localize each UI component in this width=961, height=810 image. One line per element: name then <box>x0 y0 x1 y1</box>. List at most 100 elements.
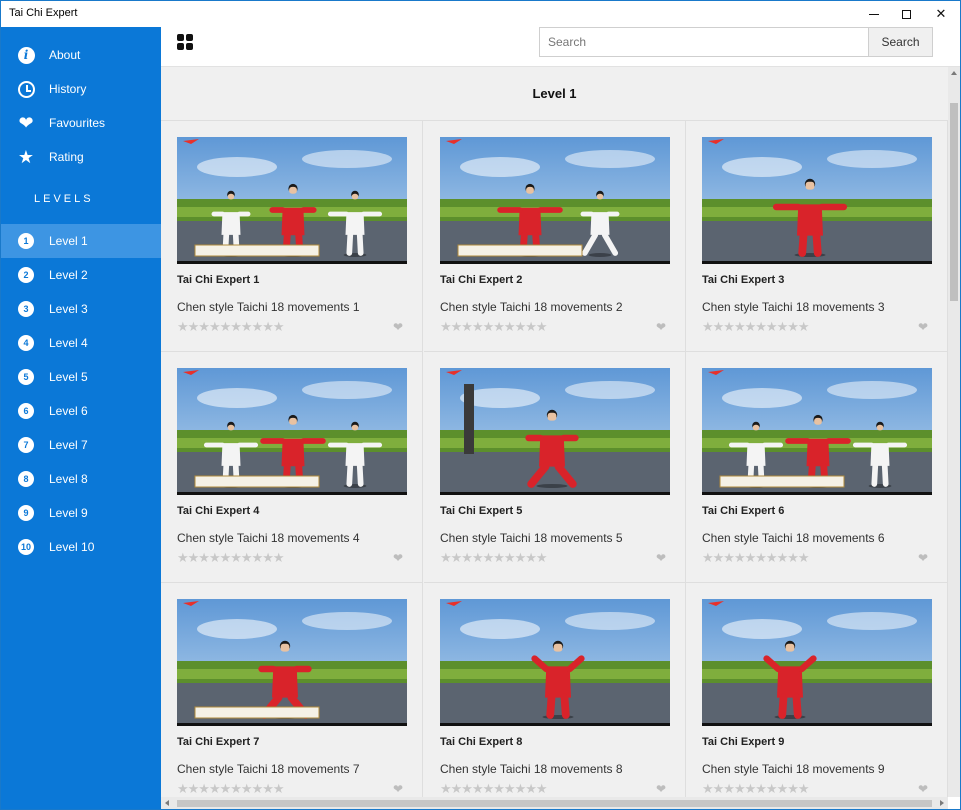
favourite-heart-icon[interactable]: ❤ <box>393 551 403 565</box>
level-number-icon: 10 <box>18 539 34 555</box>
sidebar-item-label: Level 8 <box>49 472 88 486</box>
sidebar-item-label: Level 10 <box>49 540 95 554</box>
maximize-icon <box>901 9 911 19</box>
sidebar-item-label: Level 1 <box>49 234 88 248</box>
sidebar-item-label: Level 6 <box>49 404 88 418</box>
favourite-heart-icon[interactable]: ❤ <box>656 782 666 796</box>
video-card[interactable]: Tai Chi Expert 7 Chen style Taichi 18 mov… <box>161 583 423 797</box>
horizontal-scroll-thumb[interactable] <box>177 800 932 807</box>
video-card[interactable]: Tai Chi Expert 3 Chen style Taichi 18 mov… <box>686 121 948 352</box>
video-card[interactable]: Tai Chi Expert 2 Chen style Taichi 18 mov… <box>424 121 686 352</box>
search-input[interactable] <box>539 27 869 57</box>
minimize-icon <box>869 13 879 15</box>
maximize-button[interactable] <box>886 1 926 27</box>
rating-stars[interactable]: ★★★★★★★★★★ <box>177 550 285 566</box>
scroll-right-arrow-icon[interactable] <box>940 800 944 806</box>
video-subtitle: Chen style Taichi 18 movements 2 <box>440 300 623 314</box>
scroll-left-arrow-icon[interactable] <box>165 800 169 806</box>
video-title: Tai Chi Expert 6 <box>702 505 785 517</box>
video-thumbnail[interactable] <box>440 368 670 495</box>
sidebar-item-label: Level 2 <box>49 268 88 282</box>
level-number-icon: 1 <box>18 233 34 249</box>
sidebar-item-level-6[interactable]: 6 Level 6 <box>1 394 161 428</box>
close-button[interactable]: ✕ <box>921 1 960 27</box>
sidebar-item-label: Favourites <box>49 116 106 130</box>
video-thumbnail[interactable] <box>177 599 407 726</box>
sidebar-item-level-3[interactable]: 3 Level 3 <box>1 292 161 326</box>
video-thumbnail[interactable] <box>440 599 670 726</box>
page-title: Level 1 <box>532 86 577 101</box>
video-card[interactable]: Tai Chi Expert 1 Chen style Taichi 18 mov… <box>161 121 423 352</box>
video-thumbnail[interactable] <box>702 368 932 495</box>
video-card[interactable]: Tai Chi Expert 8 Chen style Taichi 18 mov… <box>424 583 686 797</box>
rating-stars[interactable]: ★★★★★★★★★★ <box>702 319 810 335</box>
favourite-heart-icon[interactable]: ❤ <box>918 551 928 565</box>
video-thumbnail[interactable] <box>177 368 407 495</box>
search-button[interactable]: Search <box>868 27 933 57</box>
sidebar-item-label: History <box>49 82 87 96</box>
star-icon: ★ <box>17 147 35 167</box>
favourite-heart-icon[interactable]: ❤ <box>918 782 928 796</box>
video-title: Tai Chi Expert 9 <box>702 736 785 748</box>
close-icon: ✕ <box>935 6 947 21</box>
video-thumbnail[interactable] <box>440 137 670 264</box>
app-window: Tai Chi Expert ✕ i About History ❤ Favou… <box>0 0 961 810</box>
sidebar-item-label: Level 3 <box>49 302 88 316</box>
video-card[interactable]: Tai Chi Expert 5 Chen style Taichi 18 mov… <box>424 352 686 583</box>
video-thumbnail[interactable] <box>177 137 407 264</box>
rating-stars[interactable]: ★★★★★★★★★★ <box>702 781 810 797</box>
sidebar-item-rating[interactable]: ★ Rating <box>1 140 161 174</box>
rating-stars[interactable]: ★★★★★★★★★★ <box>177 319 285 335</box>
level-number-icon: 4 <box>18 335 34 351</box>
sidebar-item-level-1[interactable]: 1 Level 1 <box>1 224 161 258</box>
video-subtitle: Chen style Taichi 18 movements 3 <box>702 300 885 314</box>
favourite-heart-icon[interactable]: ❤ <box>656 551 666 565</box>
video-subtitle: Chen style Taichi 18 movements 8 <box>440 762 623 776</box>
sidebar-item-label: About <box>49 48 81 62</box>
video-title: Tai Chi Expert 1 <box>177 274 260 286</box>
sidebar-item-level-4[interactable]: 4 Level 4 <box>1 326 161 360</box>
sidebar-item-favourites[interactable]: ❤ Favourites <box>1 106 161 140</box>
sidebar-item-history[interactable]: History <box>1 72 161 106</box>
video-grid: Tai Chi Expert 1 Chen style Taichi 18 mov… <box>161 120 948 797</box>
rating-stars[interactable]: ★★★★★★★★★★ <box>702 550 810 566</box>
rating-stars[interactable]: ★★★★★★★★★★ <box>440 550 548 566</box>
rating-stars[interactable]: ★★★★★★★★★★ <box>177 781 285 797</box>
levels-heading: LEVELS <box>34 193 94 205</box>
level-number-icon: 9 <box>18 505 34 521</box>
sidebar-item-level-5[interactable]: 5 Level 5 <box>1 360 161 394</box>
window-title: Tai Chi Expert <box>9 7 78 19</box>
video-title: Tai Chi Expert 7 <box>177 736 260 748</box>
level-number-icon: 5 <box>18 369 34 385</box>
video-title: Tai Chi Expert 8 <box>440 736 523 748</box>
video-title: Tai Chi Expert 2 <box>440 274 523 286</box>
sidebar-item-level-10[interactable]: 10 Level 10 <box>1 530 161 564</box>
rating-stars[interactable]: ★★★★★★★★★★ <box>440 781 548 797</box>
video-thumbnail[interactable] <box>702 599 932 726</box>
rating-stars[interactable]: ★★★★★★★★★★ <box>440 319 548 335</box>
grid-view-icon[interactable] <box>177 34 193 50</box>
favourite-heart-icon[interactable]: ❤ <box>918 320 928 334</box>
video-card[interactable]: Tai Chi Expert 9 Chen style Taichi 18 mov… <box>686 583 948 797</box>
sidebar-item-level-2[interactable]: 2 Level 2 <box>1 258 161 292</box>
video-subtitle: Chen style Taichi 18 movements 1 <box>177 300 360 314</box>
favourite-heart-icon[interactable]: ❤ <box>393 782 403 796</box>
favourite-heart-icon[interactable]: ❤ <box>656 320 666 334</box>
vertical-scrollbar[interactable] <box>948 67 960 797</box>
sidebar-item-about[interactable]: i About <box>1 38 161 72</box>
favourite-heart-icon[interactable]: ❤ <box>393 320 403 334</box>
title-bar[interactable]: Tai Chi Expert ✕ <box>1 1 960 27</box>
level-number-icon: 7 <box>18 437 34 453</box>
horizontal-scrollbar[interactable] <box>161 797 948 809</box>
sidebar-item-level-8[interactable]: 8 Level 8 <box>1 462 161 496</box>
video-title: Tai Chi Expert 4 <box>177 505 260 517</box>
scroll-up-arrow-icon[interactable] <box>951 71 957 75</box>
sidebar-item-level-9[interactable]: 9 Level 9 <box>1 496 161 530</box>
sidebar-item-level-7[interactable]: 7 Level 7 <box>1 428 161 462</box>
video-card[interactable]: Tai Chi Expert 4 Chen style Taichi 18 mov… <box>161 352 423 583</box>
video-card[interactable]: Tai Chi Expert 6 Chen style Taichi 18 mov… <box>686 352 948 583</box>
video-thumbnail[interactable] <box>702 137 932 264</box>
vertical-scroll-thumb[interactable] <box>950 103 958 301</box>
video-subtitle: Chen style Taichi 18 movements 6 <box>702 531 885 545</box>
video-subtitle: Chen style Taichi 18 movements 5 <box>440 531 623 545</box>
